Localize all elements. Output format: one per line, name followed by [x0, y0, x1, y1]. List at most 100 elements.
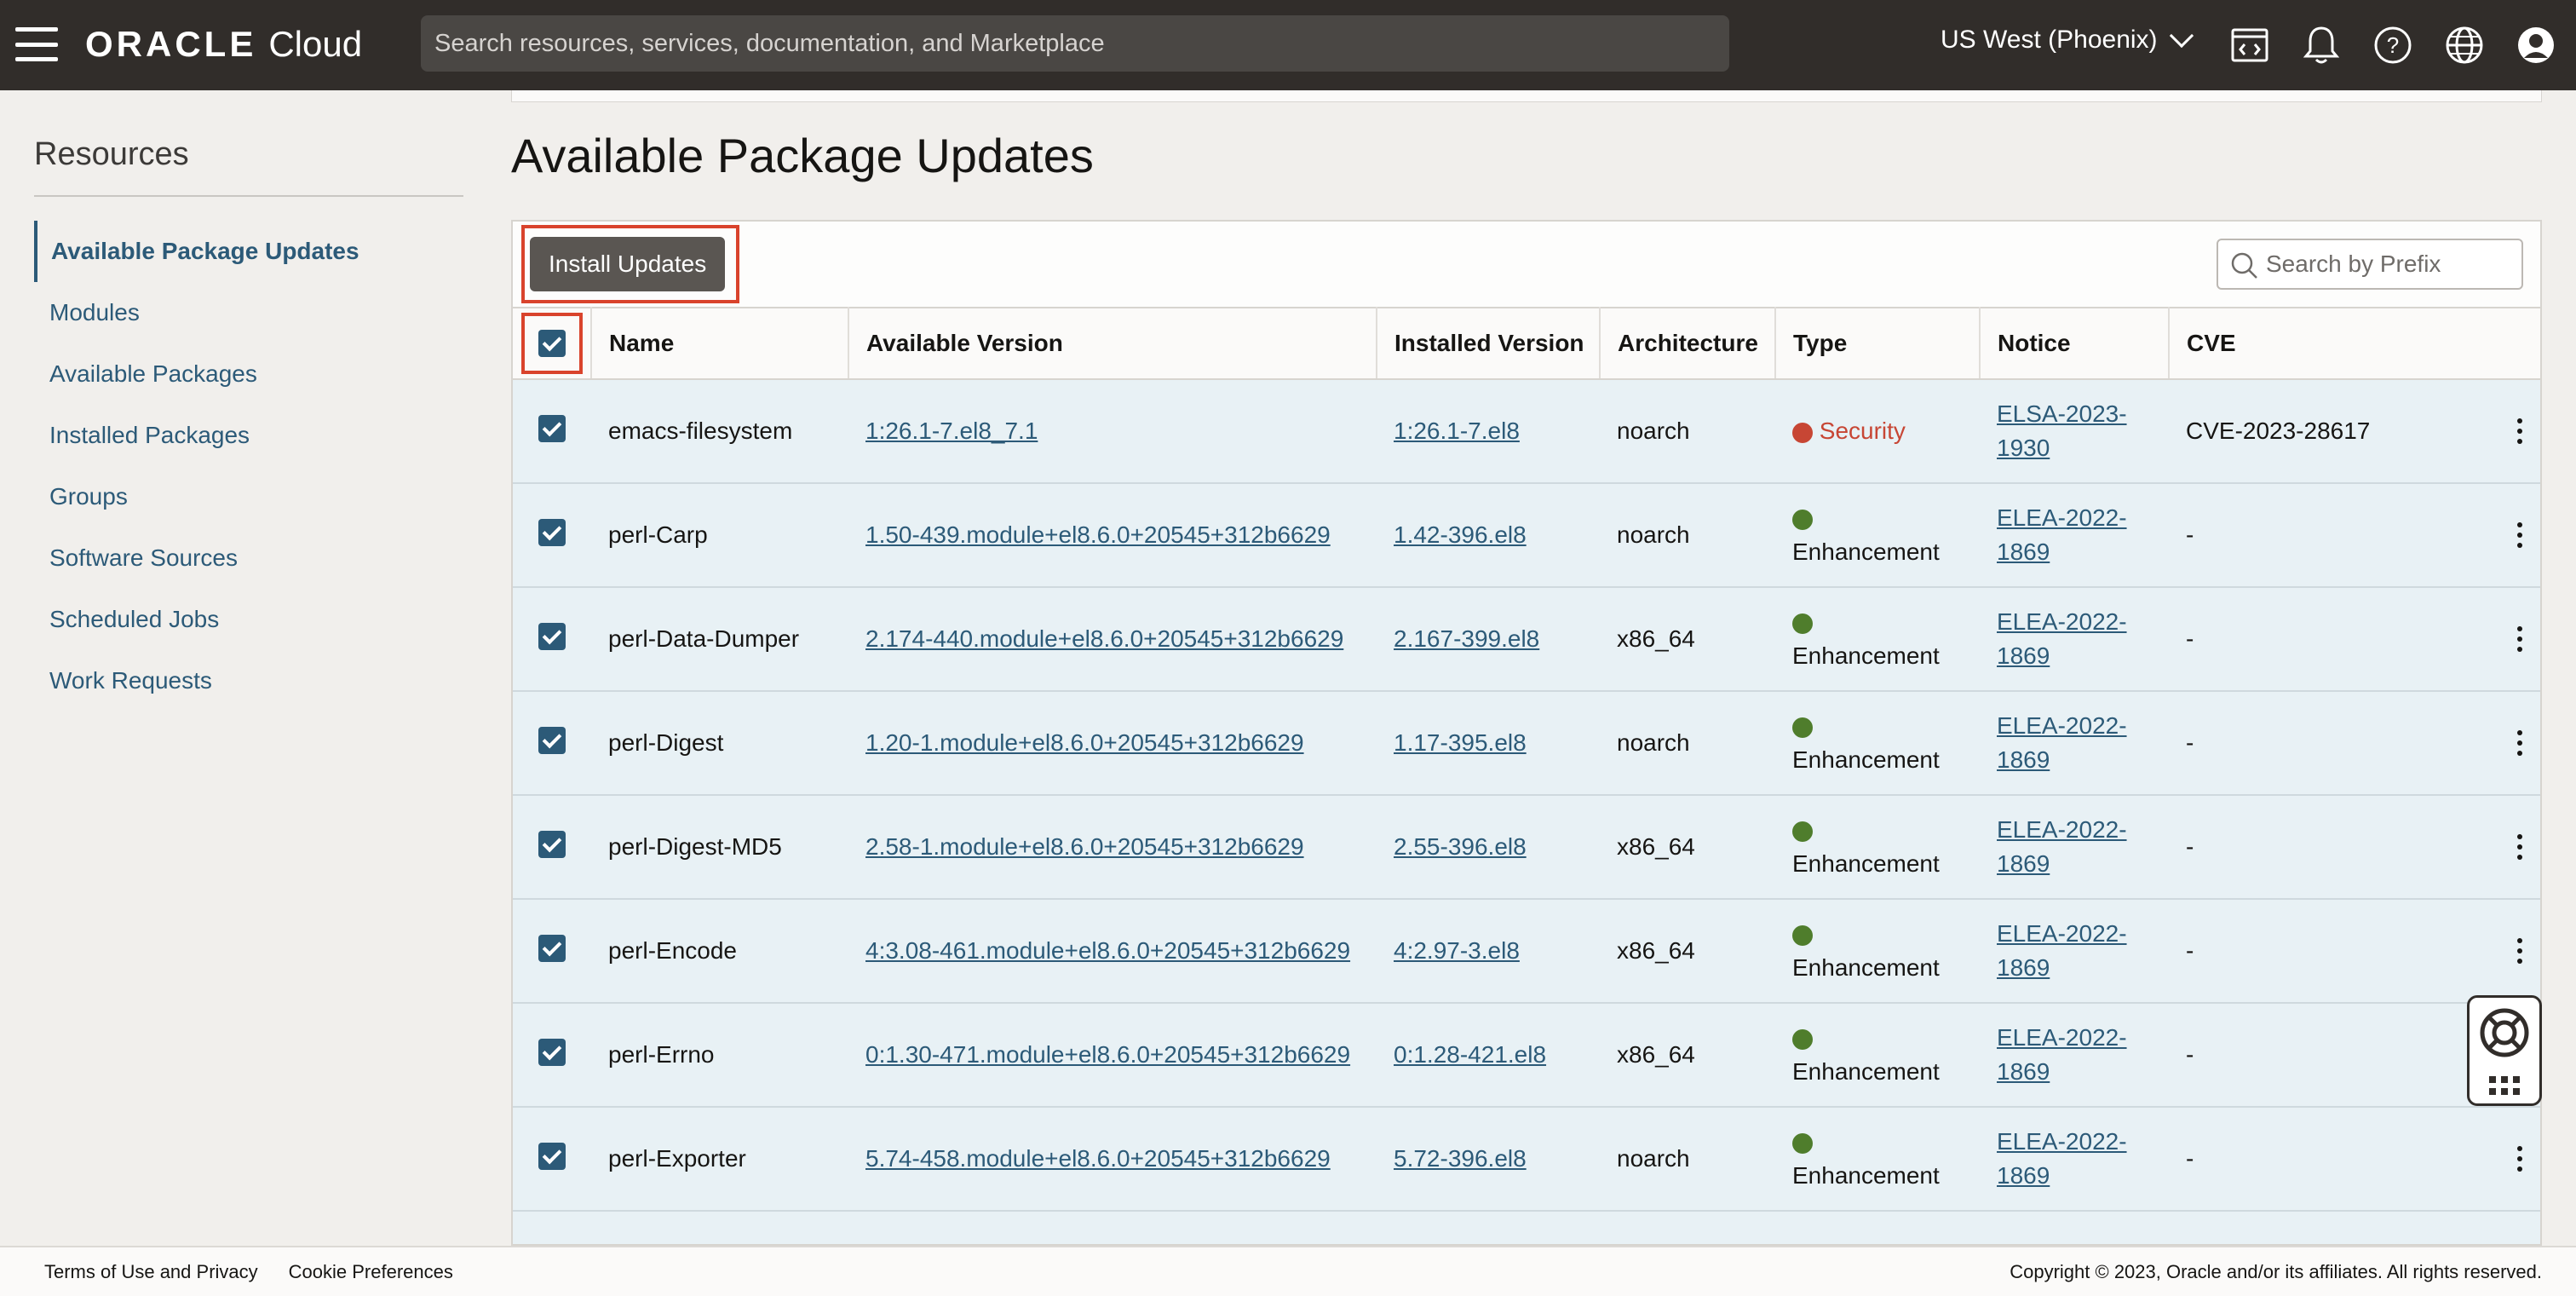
- security-status-dot: [1792, 422, 1813, 443]
- installed-version-link[interactable]: 1.42-396.el8: [1394, 521, 1527, 548]
- install-updates-button[interactable]: Install Updates: [530, 237, 726, 291]
- notice-link[interactable]: ELEA-2022- 1869: [1997, 712, 2127, 773]
- available-version-link[interactable]: 0:1.30-471.module+el8.6.0+20545+312b6629: [865, 1041, 1350, 1068]
- copyright-text: Copyright © 2023, Oracle and/or its affi…: [2010, 1260, 2542, 1282]
- installed-version-link[interactable]: 2.167-399.el8: [1394, 625, 1539, 652]
- kebab-icon[interactable]: [2503, 418, 2537, 444]
- installed-version-link[interactable]: 1:26.1-7.el8: [1394, 418, 1520, 444]
- kebab-icon[interactable]: [2503, 938, 2537, 964]
- row-checkbox[interactable]: [538, 622, 566, 650]
- available-version-link[interactable]: 1.50-439.module+el8.6.0+20545+312b6629: [865, 521, 1331, 548]
- cloud-shell-icon[interactable]: [2228, 24, 2271, 66]
- row-select-cell: [513, 795, 591, 899]
- available-version-link[interactable]: 2.174-440.module+el8.6.0+20545+312b6629: [865, 625, 1343, 652]
- sidebar-item-available-package-updates[interactable]: Available Package Updates: [34, 221, 463, 282]
- select-all-checkbox[interactable]: [538, 330, 566, 357]
- enhancement-status-dot: [1792, 924, 1813, 946]
- row-checkbox[interactable]: [538, 830, 566, 858]
- sidebar-item-groups[interactable]: Groups: [34, 466, 463, 527]
- cve-cell: -: [2169, 795, 2540, 899]
- installed-version-link[interactable]: 4:2.97-3.el8: [1394, 937, 1520, 964]
- column-header-name[interactable]: Name: [591, 307, 849, 380]
- package-name: perl-Exporter: [608, 1145, 746, 1172]
- package-name: perl-Data-Dumper: [608, 625, 800, 652]
- notice-link[interactable]: ELEA-2022- 1869: [1997, 1024, 2127, 1085]
- row-checkbox[interactable]: [538, 726, 566, 754]
- globe-icon[interactable]: [2443, 24, 2486, 66]
- sidebar-item-software-sources[interactable]: Software Sources: [34, 527, 463, 589]
- row-checkbox[interactable]: [538, 1142, 566, 1170]
- sidebar-title: Resources: [34, 136, 463, 197]
- row-checkbox[interactable]: [538, 1038, 566, 1066]
- cve-value: -: [2186, 729, 2194, 756]
- user-icon[interactable]: [2515, 24, 2557, 66]
- available-version-link[interactable]: 1.20-1.module+el8.6.0+20545+312b6629: [865, 729, 1304, 756]
- notice-link[interactable]: ELEA-2022- 1869: [1997, 608, 2127, 669]
- prefix-search-input[interactable]: Search by Prefix: [2217, 239, 2523, 290]
- architecture: x86_64: [1617, 937, 1695, 964]
- installed-version-link[interactable]: 0:1.28-421.el8: [1394, 1041, 1546, 1068]
- available-version-link[interactable]: 4:3.08-461.module+el8.6.0+20545+312b6629: [865, 937, 1350, 964]
- kebab-icon[interactable]: [2503, 730, 2537, 756]
- oracle-cloud-logo[interactable]: ORACLE Cloud: [85, 19, 362, 70]
- table-row: ELEA-2022-: [513, 1211, 2540, 1244]
- kebab-icon[interactable]: [2503, 626, 2537, 652]
- region-selector[interactable]: US West (Phoenix): [1941, 23, 2194, 55]
- resources-sidebar: Resources Available Package Updates Modu…: [34, 136, 463, 711]
- select-all-highlight: [520, 313, 583, 374]
- global-search-input[interactable]: [421, 15, 1729, 72]
- column-header-notice[interactable]: Notice: [1980, 307, 2170, 380]
- row-checkbox[interactable]: [538, 934, 566, 962]
- architecture: noarch: [1617, 1145, 1690, 1172]
- column-header-available-version[interactable]: Available Version: [848, 307, 1377, 380]
- help-icon[interactable]: ?: [2372, 24, 2414, 66]
- column-header-type[interactable]: Type: [1775, 307, 1981, 380]
- cve-value: -: [2186, 833, 2194, 860]
- notice-link[interactable]: ELSA-2023- 1930: [1997, 400, 2127, 461]
- table-row: perl-Errno 0:1.30-471.module+el8.6.0+2054…: [513, 1003, 2540, 1107]
- sidebar-item-work-requests[interactable]: Work Requests: [34, 650, 463, 711]
- package-name: emacs-filesystem: [608, 418, 793, 444]
- cve-cell: -: [2169, 1107, 2540, 1211]
- notice-text-line2: 1869: [1997, 850, 2050, 877]
- top-navigation-bar: ORACLE Cloud US West (Phoenix) ?: [0, 0, 2576, 90]
- brand-suffix: Cloud: [268, 24, 363, 64]
- notice-link[interactable]: ELEA-2022- 1869: [1997, 920, 2127, 981]
- installed-version-link[interactable]: 2.55-396.el8: [1394, 833, 1527, 860]
- package-name: [591, 1211, 848, 1244]
- bell-icon[interactable]: [2300, 24, 2343, 66]
- row-checkbox[interactable]: [538, 414, 566, 442]
- cookie-preferences-link[interactable]: Cookie Preferences: [289, 1261, 453, 1283]
- table-row: perl-Data-Dumper 2.174-440.module+el8.6.0…: [513, 587, 2540, 691]
- type-cell: Enhancement: [1775, 587, 1980, 691]
- page-title: Available Package Updates: [511, 129, 1094, 182]
- terms-link[interactable]: Terms of Use and Privacy: [44, 1261, 258, 1283]
- column-header-installed-version[interactable]: Installed Version: [1377, 307, 1601, 380]
- notice-link[interactable]: ELEA-2022- 1869: [1997, 504, 2127, 565]
- available-version-link[interactable]: 5.74-458.module+el8.6.0+20545+312b6629: [865, 1145, 1331, 1172]
- column-header-cve[interactable]: CVE: [2169, 307, 2540, 380]
- installed-version-link[interactable]: 5.72-396.el8: [1394, 1145, 1527, 1172]
- column-header-architecture[interactable]: Architecture: [1600, 307, 1776, 380]
- enhancement-status-dot: [1792, 821, 1813, 842]
- row-checkbox[interactable]: [538, 518, 566, 546]
- installed-version-link[interactable]: 1.17-395.el8: [1394, 729, 1527, 756]
- available-version-link[interactable]: 1:26.1-7.el8_7.1: [865, 418, 1038, 444]
- sidebar-item-installed-packages[interactable]: Installed Packages: [34, 405, 463, 466]
- top-divider: [511, 90, 2542, 102]
- cve-cell: [2169, 1211, 2540, 1244]
- type-cell: Enhancement: [1775, 691, 1980, 795]
- hamburger-icon[interactable]: [15, 27, 58, 61]
- table-row: perl-Digest 1.20-1.module+el8.6.0+20545+3…: [513, 691, 2540, 795]
- kebab-icon[interactable]: [2503, 522, 2537, 548]
- package-name: perl-Carp: [608, 521, 708, 548]
- kebab-icon[interactable]: [2503, 1146, 2537, 1172]
- sidebar-item-available-packages[interactable]: Available Packages: [34, 343, 463, 405]
- notice-link[interactable]: ELEA-2022- 1869: [1997, 1128, 2127, 1189]
- sidebar-item-scheduled-jobs[interactable]: Scheduled Jobs: [34, 589, 463, 650]
- notice-link[interactable]: ELEA-2022- 1869: [1997, 816, 2127, 877]
- available-version-link[interactable]: 2.58-1.module+el8.6.0+20545+312b6629: [865, 833, 1304, 860]
- help-widget[interactable]: [2467, 995, 2542, 1106]
- sidebar-item-modules[interactable]: Modules: [34, 282, 463, 343]
- kebab-icon[interactable]: [2503, 834, 2537, 860]
